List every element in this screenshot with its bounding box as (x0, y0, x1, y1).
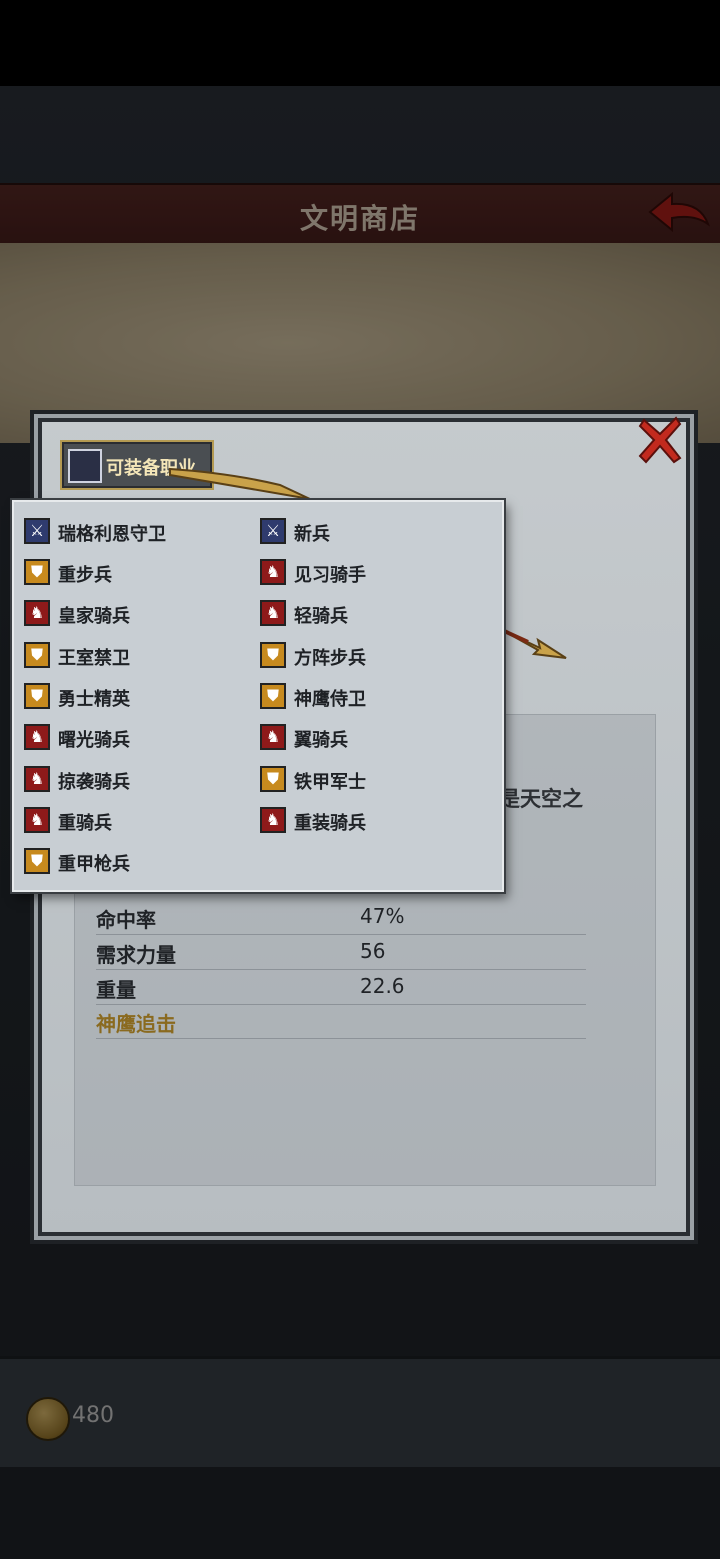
horse-icon: ♞ (260, 600, 286, 626)
shield-icon: ⛊ (260, 642, 286, 668)
skill-name: 神鹰追击 (96, 1012, 176, 1036)
class-name: 新兵 (294, 524, 330, 545)
stat-name: 重量 (96, 978, 136, 1002)
sword-icon: ⚔ (260, 518, 286, 544)
class-icon (68, 449, 102, 483)
horse-icon: ♞ (24, 807, 50, 833)
class-name: 重骑兵 (58, 813, 112, 834)
weapon-tip-image (501, 628, 567, 659)
stat-value: 47% (360, 904, 405, 928)
class-name: 翼骑兵 (294, 730, 348, 751)
class-name: 掠袭骑兵 (58, 772, 130, 793)
stat-name: 命中率 (96, 908, 156, 932)
stat-name: 需求力量 (96, 943, 176, 967)
class-name: 重甲枪兵 (58, 854, 130, 875)
status-bar-area (0, 0, 720, 86)
class-name: 轻骑兵 (294, 606, 348, 627)
stat-value: 56 (360, 939, 386, 963)
class-name: 见习骑手 (294, 565, 366, 586)
horse-icon: ♞ (24, 600, 50, 626)
shield-icon: ⛊ (24, 683, 50, 709)
shield-icon: ⛊ (260, 766, 286, 792)
horse-icon: ♞ (24, 724, 50, 750)
horse-icon: ♞ (260, 807, 286, 833)
stat-value: 22.6 (360, 974, 405, 998)
shield-icon: ⛊ (24, 559, 50, 585)
class-name: 方阵步兵 (294, 648, 366, 669)
equippable-classes-popup: ⚔ 瑞格利恩守卫 ⛊ 重步兵 ♞ 皇家骑兵 ⛊ 王室禁卫 ⛊ 勇士精英 ♞ 曙光… (12, 500, 504, 892)
horse-icon: ♞ (260, 559, 286, 585)
horse-icon: ♞ (24, 766, 50, 792)
stat-row-accuracy: 命中率 47% (96, 900, 586, 935)
class-name: 皇家骑兵 (58, 606, 130, 627)
shield-icon: ⛊ (260, 683, 286, 709)
stat-row-skill: 神鹰追击 (96, 1004, 586, 1039)
horse-icon: ♞ (260, 724, 286, 750)
class-name: 曙光骑兵 (58, 730, 130, 751)
sword-icon: ⚔ (24, 518, 50, 544)
shield-icon: ⛊ (24, 642, 50, 668)
stat-row-strength: 需求力量 56 (96, 935, 586, 970)
shield-icon: ⛊ (24, 848, 50, 874)
close-icon[interactable] (636, 414, 684, 466)
stat-row-weight: 重量 22.6 (96, 970, 586, 1005)
class-name: 重步兵 (58, 565, 112, 586)
class-name: 铁甲军士 (294, 772, 366, 793)
class-name: 王室禁卫 (58, 648, 130, 669)
class-name: 重装骑兵 (294, 813, 366, 834)
class-name: 勇士精英 (58, 689, 130, 710)
class-name: 神鹰侍卫 (294, 689, 366, 710)
class-name: 瑞格利恩守卫 (58, 524, 166, 545)
